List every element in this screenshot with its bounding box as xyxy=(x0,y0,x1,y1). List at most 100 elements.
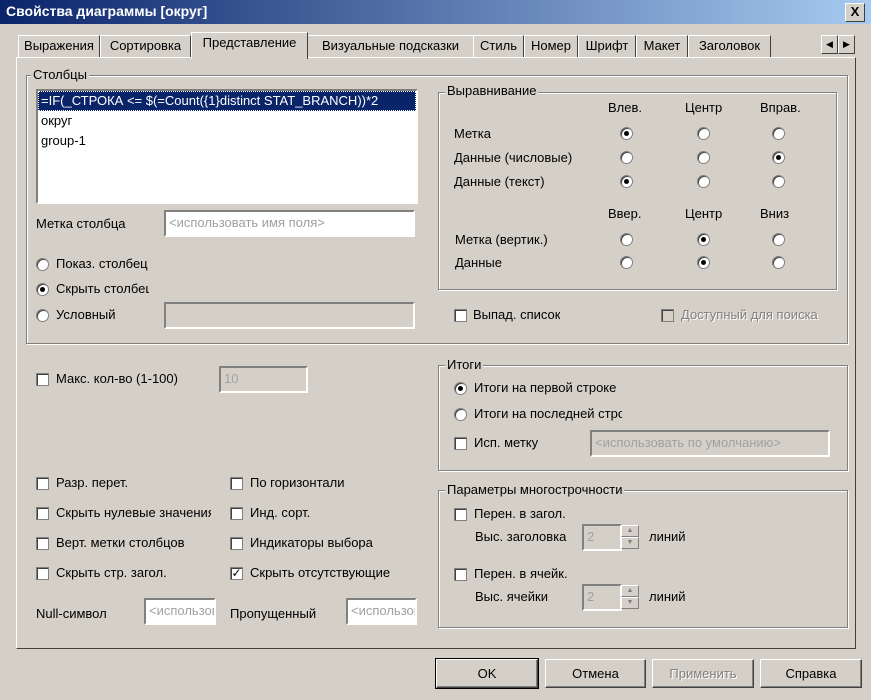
align-radio[interactable] xyxy=(772,127,785,140)
wrap-header-checkbox[interactable] xyxy=(454,508,467,521)
dropdown-list-checkbox[interactable] xyxy=(454,309,467,322)
tab-3[interactable]: Визуальные подсказки xyxy=(307,35,474,57)
option-label: Скрыть стр. загол. xyxy=(56,565,167,580)
align-h-header: Центр xyxy=(685,100,723,115)
columns-group-title: Столбцы xyxy=(31,67,89,82)
totals-last-row-label: Итоги на последней строке xyxy=(474,406,622,421)
conditional-input[interactable] xyxy=(164,302,415,329)
option-label: Скрыть отсутствующие xyxy=(250,565,391,580)
tab-2[interactable]: Представление xyxy=(191,32,308,59)
option-checkbox[interactable] xyxy=(36,567,49,580)
option-label: Верт. метки столбцов xyxy=(56,535,185,550)
tab-scroll-left-icon[interactable]: ◀ xyxy=(821,35,838,54)
align-radio[interactable] xyxy=(697,233,710,246)
list-item[interactable]: округ xyxy=(38,111,416,131)
column-label-input[interactable]: <использовать имя поля> xyxy=(164,210,415,237)
multiline-group-title: Параметры многострочности xyxy=(445,482,625,497)
apply-button[interactable]: Применить xyxy=(652,659,754,688)
tab-4[interactable]: Стиль xyxy=(473,35,524,57)
ok-button[interactable]: OK xyxy=(435,658,539,689)
alignment-group-title: Выравнивание xyxy=(445,83,539,98)
dropdown-list-label: Выпад. список xyxy=(473,307,561,322)
align-radio[interactable] xyxy=(620,175,633,188)
header-height-down-icon[interactable]: ▼ xyxy=(621,537,639,549)
header-height-up-icon[interactable]: ▲ xyxy=(621,525,639,537)
hide-column-label: Скрыть столбец xyxy=(56,281,149,296)
show-column-radio[interactable] xyxy=(36,258,49,271)
align-row-label: Метка xyxy=(454,126,491,141)
max-count-checkbox[interactable] xyxy=(36,373,49,386)
use-label-input[interactable]: <использовать по умолчанию> xyxy=(590,430,830,457)
align-row-label: Данные (текст) xyxy=(454,174,545,189)
totals-last-row-radio[interactable] xyxy=(454,408,467,421)
align-radio[interactable] xyxy=(620,151,633,164)
wrap-header-label: Перен. в загол. xyxy=(474,506,566,521)
align-radio[interactable] xyxy=(772,175,785,188)
align-radio[interactable] xyxy=(620,256,633,269)
cell-height-down-icon[interactable]: ▼ xyxy=(621,597,639,609)
columns-list[interactable]: =IF(_СТРОКА <= $(=Count({1}distinct STAT… xyxy=(36,89,418,204)
header-height-input[interactable]: 2 xyxy=(582,524,622,551)
option-label: Инд. сорт. xyxy=(250,505,311,520)
cell-height-input[interactable]: 2 xyxy=(582,584,622,611)
align-radio[interactable] xyxy=(697,175,710,188)
use-label-checkbox[interactable] xyxy=(454,437,467,450)
tab-7[interactable]: Макет xyxy=(636,35,688,57)
align-h-header: Влев. xyxy=(608,100,643,115)
wrap-cell-checkbox[interactable] xyxy=(454,568,467,581)
option-label: Разр. перет. xyxy=(56,475,129,490)
list-item[interactable]: =IF(_СТРОКА <= $(=Count({1}distinct STAT… xyxy=(38,91,416,111)
max-count-label: Макс. кол-во (1-100) xyxy=(56,371,178,386)
align-radio[interactable] xyxy=(697,127,710,140)
option-checkbox[interactable] xyxy=(230,507,243,520)
wrap-cell-label: Перен. в ячейк. xyxy=(474,566,568,581)
totals-first-row-radio[interactable] xyxy=(454,382,467,395)
tab-0[interactable]: Выражения xyxy=(18,35,100,57)
align-radio[interactable] xyxy=(620,233,633,246)
totals-group-title: Итоги xyxy=(445,357,484,372)
align-radio[interactable] xyxy=(772,256,785,269)
cell-height-up-icon[interactable]: ▲ xyxy=(621,585,639,597)
align-radio[interactable] xyxy=(772,233,785,246)
align-radio[interactable] xyxy=(620,127,633,140)
help-button[interactable]: Справка xyxy=(760,659,862,688)
header-height-label: Выс. заголовка xyxy=(475,529,567,544)
cancel-button[interactable]: Отмена xyxy=(545,659,646,688)
list-item[interactable]: group-1 xyxy=(38,131,416,151)
tab-1[interactable]: Сортировка xyxy=(100,35,191,57)
align-v-header: Ввер. xyxy=(608,206,642,221)
null-symbol-label: Null-символ xyxy=(36,606,107,621)
tab-scroll-right-icon[interactable]: ▶ xyxy=(838,35,855,54)
show-column-label: Показ. столбец xyxy=(56,256,148,271)
align-row-label: Данные xyxy=(455,255,502,270)
option-checkbox[interactable] xyxy=(36,537,49,550)
conditional-label: Условный xyxy=(56,307,116,322)
use-label-label: Исп. метку xyxy=(474,435,539,450)
option-checkbox[interactable] xyxy=(36,507,49,520)
option-checkbox[interactable]: ✓ xyxy=(230,567,243,580)
option-checkbox[interactable] xyxy=(36,477,49,490)
close-button[interactable]: X xyxy=(845,3,865,22)
search-available-label: Доступный для поиска xyxy=(681,307,818,322)
option-label: Индикаторы выбора xyxy=(250,535,373,550)
tab-8[interactable]: Заголовок xyxy=(688,35,771,57)
conditional-radio[interactable] xyxy=(36,309,49,322)
option-checkbox[interactable] xyxy=(230,537,243,550)
align-v-header: Вниз xyxy=(760,206,790,221)
hide-column-radio[interactable] xyxy=(36,283,49,296)
align-v-header: Центр xyxy=(685,206,723,221)
tab-6[interactable]: Шрифт xyxy=(578,35,636,57)
align-radio[interactable] xyxy=(697,256,710,269)
option-label: По горизонтали xyxy=(250,475,345,490)
column-label-caption: Метка столбца xyxy=(36,216,126,231)
align-h-header: Вправ. xyxy=(760,100,801,115)
option-checkbox[interactable] xyxy=(230,477,243,490)
tab-5[interactable]: Номер xyxy=(524,35,578,57)
align-radio[interactable] xyxy=(697,151,710,164)
option-label: Скрыть нулевые значения xyxy=(56,505,211,520)
missing-input[interactable]: <использовать по умолчанию> xyxy=(346,598,417,625)
null-symbol-input[interactable]: <использовать по умолчанию> xyxy=(144,598,216,625)
totals-first-row-label: Итоги на первой строке xyxy=(474,380,617,395)
align-radio[interactable] xyxy=(772,151,785,164)
max-count-input[interactable]: 10 xyxy=(219,366,308,393)
